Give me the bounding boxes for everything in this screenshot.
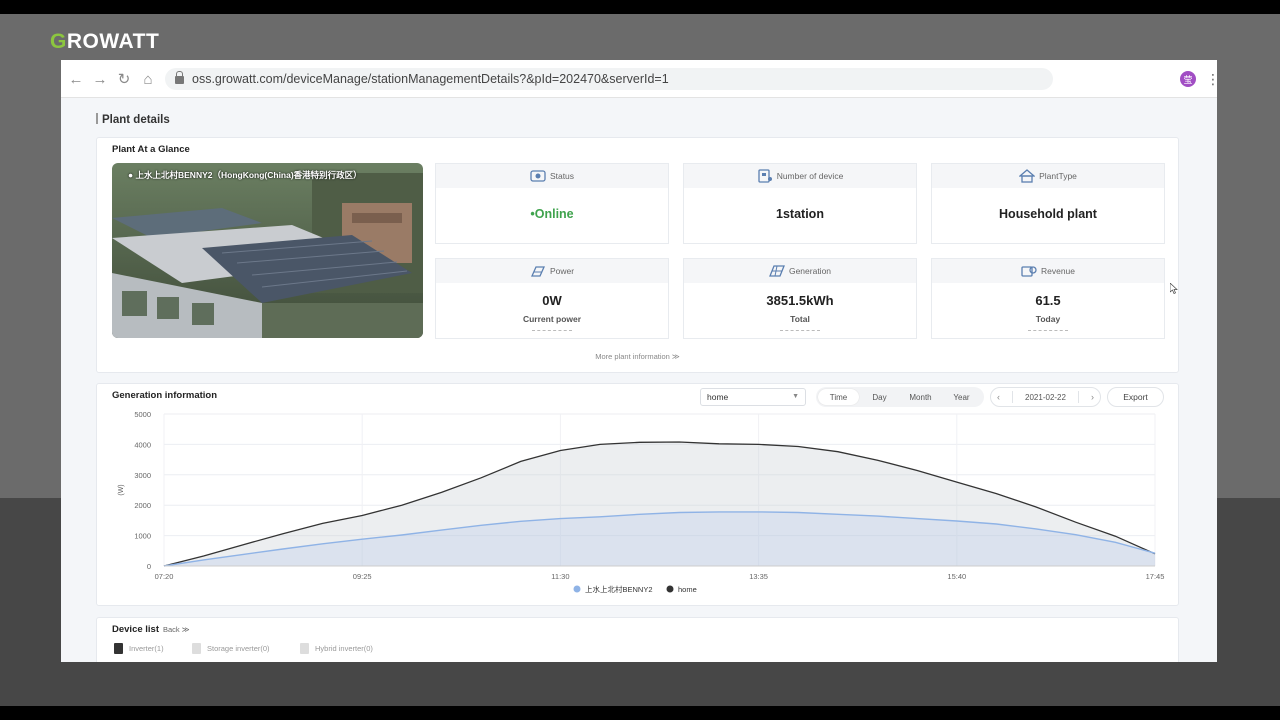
plant-glance-panel: Plant At a Glance ● 上水上北村BENNY2（HongKong… bbox=[96, 137, 1179, 373]
device-count-card: Number of device 1station bbox=[683, 163, 917, 244]
more-menu-icon[interactable]: ⋮ bbox=[1206, 70, 1217, 88]
back-arrow-icon[interactable]: ← bbox=[67, 70, 85, 88]
y-tick-label: 1000 bbox=[134, 532, 151, 541]
page-title: Plant details bbox=[96, 113, 170, 129]
power-card-header: Power bbox=[436, 259, 668, 283]
status-value: •Online bbox=[530, 207, 574, 221]
forward-arrow-icon[interactable]: → bbox=[91, 70, 109, 88]
power-value: 0W bbox=[542, 293, 562, 308]
plant-type-value: Household plant bbox=[999, 207, 1097, 221]
x-tick-label: 09:25 bbox=[353, 572, 372, 581]
generation-panel: Generation information home ▼ Time Day Mo… bbox=[96, 383, 1179, 606]
tab-hybrid-inverter[interactable]: Hybrid inverter(0) bbox=[300, 643, 373, 654]
generation-title: Generation information bbox=[112, 390, 218, 401]
next-date-icon[interactable]: › bbox=[1091, 392, 1094, 402]
legend-label: 上水上北村BENNY2 bbox=[585, 584, 653, 594]
hybrid-inverter-icon bbox=[300, 643, 309, 654]
generation-divider bbox=[780, 330, 820, 331]
revenue-card-header: Revenue bbox=[932, 259, 1164, 283]
inverter-icon bbox=[114, 643, 123, 654]
y-axis-label: (W) bbox=[118, 484, 125, 495]
generation-card-header: Generation bbox=[684, 259, 916, 283]
x-tick-label: 07:20 bbox=[155, 572, 174, 581]
generation-sub-label: Total bbox=[790, 314, 810, 324]
legend-marker bbox=[573, 585, 581, 593]
revenue-value: 61.5 bbox=[1035, 293, 1061, 308]
power-sub-label: Current power bbox=[522, 314, 582, 324]
date-divider-right bbox=[1077, 391, 1079, 403]
revenue-divider bbox=[1028, 330, 1068, 331]
solar-panel-icon bbox=[769, 265, 785, 277]
y-tick-label: 2000 bbox=[134, 501, 151, 510]
tab-inverter[interactable]: Inverter(1) bbox=[114, 643, 164, 654]
mouse-cursor-icon bbox=[1169, 281, 1178, 294]
url-text: oss.growatt.com/deviceManage/stationMana… bbox=[192, 72, 669, 86]
back-link[interactable]: Back ≫ bbox=[163, 625, 190, 634]
device-list-panel: Device list Back ≫ Inverter(1) Storage in… bbox=[96, 617, 1179, 662]
generation-chart: 0 1000 2000 3000 4000 5000 07:20 09:25 11:30 13:3… bbox=[118, 410, 1165, 594]
power-divider bbox=[532, 330, 572, 331]
y-tick-label: 3000 bbox=[134, 471, 151, 480]
date-value[interactable]: 2021-02-22 bbox=[1025, 393, 1066, 402]
profile-avatar[interactable]: 莹 bbox=[1180, 71, 1196, 87]
storage-inverter-icon bbox=[192, 643, 201, 654]
reload-icon[interactable]: ↻ bbox=[115, 70, 133, 88]
home-icon[interactable]: ⌂ bbox=[139, 70, 157, 88]
map-pin-icon: ● bbox=[128, 170, 136, 180]
device-list-title: Device list Back ≫ bbox=[112, 624, 190, 635]
date-divider bbox=[1012, 391, 1014, 403]
house-icon bbox=[1019, 169, 1036, 183]
plant-type-card-header: PlantType bbox=[932, 164, 1164, 188]
lock-icon bbox=[175, 71, 184, 84]
generation-value: 3851.5kWh bbox=[766, 293, 834, 308]
tab-time[interactable]: Time bbox=[818, 389, 859, 405]
power-icon bbox=[530, 266, 545, 277]
status-card-header: Status bbox=[436, 164, 668, 188]
revenue-card: Revenue 61.5 Today bbox=[931, 258, 1165, 339]
legend-marker bbox=[666, 585, 674, 593]
device-count-value: 1station bbox=[776, 207, 824, 221]
glance-title: Plant At a Glance bbox=[112, 144, 190, 155]
y-tick-label: 0 bbox=[147, 562, 151, 571]
device-icon bbox=[758, 169, 772, 183]
status-icon bbox=[530, 170, 546, 182]
revenue-icon bbox=[1021, 266, 1037, 277]
revenue-sub-label: Today bbox=[1035, 314, 1061, 324]
more-plant-info-link[interactable]: More plant information ≫ bbox=[97, 352, 1178, 361]
tab-storage-inverter[interactable]: Storage inverter(0) bbox=[192, 643, 270, 654]
plant-location-label: ● 上水上北村BENNY2（HongKong(China)香港特别行政区） bbox=[128, 170, 362, 180]
tab-year[interactable]: Year bbox=[941, 389, 982, 405]
plant-photo: ● 上水上北村BENNY2（HongKong(China)香港特别行政区） bbox=[112, 163, 423, 338]
y-tick-label: 4000 bbox=[134, 440, 151, 449]
power-card: Power 0W Current power bbox=[435, 258, 669, 339]
tab-day[interactable]: Day bbox=[859, 389, 900, 405]
device-card-header: Number of device bbox=[684, 164, 916, 188]
growatt-logo: GROWATT bbox=[50, 30, 160, 53]
address-bar[interactable]: oss.growatt.com/deviceManage/stationMana… bbox=[165, 68, 1053, 90]
prev-date-icon[interactable]: ‹ bbox=[997, 392, 1000, 402]
generation-card: Generation 3851.5kWh Total bbox=[683, 258, 917, 339]
x-tick-label: 11:30 bbox=[551, 572, 569, 581]
y-tick-label: 5000 bbox=[134, 410, 151, 419]
legend-label: home bbox=[678, 585, 697, 594]
x-tick-label: 15:40 bbox=[947, 572, 966, 581]
plant-type-card: PlantType Household plant bbox=[931, 163, 1165, 244]
chevron-down-icon: ▼ bbox=[792, 393, 799, 400]
x-tick-label: 13:35 bbox=[749, 572, 768, 581]
tab-month[interactable]: Month bbox=[900, 389, 941, 405]
browser-toolbar: ← → ↻ ⌂ oss.growatt.com/deviceManage/sta… bbox=[61, 60, 1217, 98]
title-marker bbox=[96, 113, 98, 124]
x-tick-label: 17:45 bbox=[1146, 572, 1165, 581]
browser-window: ← → ↻ ⌂ oss.growatt.com/deviceManage/sta… bbox=[61, 60, 1217, 662]
status-card: Status •Online bbox=[435, 163, 669, 244]
